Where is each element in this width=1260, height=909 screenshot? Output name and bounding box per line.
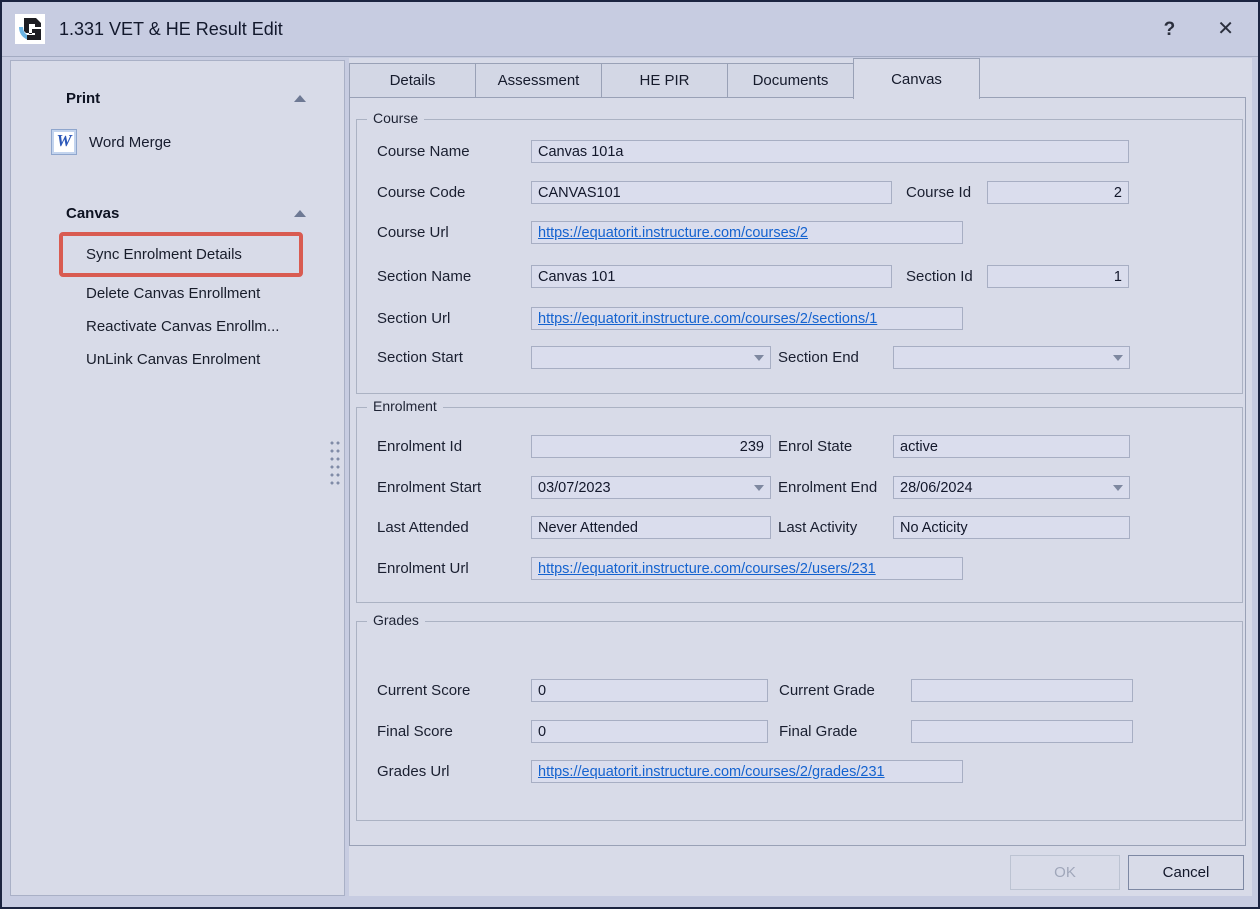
current-grade-label: Current Grade xyxy=(779,682,911,699)
word-icon: W xyxy=(51,129,77,155)
tab-details[interactable]: Details xyxy=(349,63,476,97)
section-end-label: Section End xyxy=(778,349,893,366)
last-attended-label: Last Attended xyxy=(377,519,531,536)
chevron-down-icon xyxy=(1113,355,1123,361)
section-name-label: Section Name xyxy=(377,268,531,285)
section-name-field[interactable]: Canvas 101 xyxy=(531,265,892,288)
section-url-link[interactable]: https://equatorit.instructure.com/course… xyxy=(538,311,877,327)
grades-group-legend: Grades xyxy=(367,612,425,628)
close-button[interactable]: ✕ xyxy=(1217,19,1234,39)
last-activity-field[interactable]: No Acticity xyxy=(893,516,1130,539)
section-id-field[interactable]: 1 xyxy=(987,265,1129,288)
enrolment-url-link[interactable]: https://equatorit.instructure.com/course… xyxy=(538,561,876,577)
grades-url-link[interactable]: https://equatorit.instructure.com/course… xyxy=(538,764,885,780)
enrolment-start-label: Enrolment Start xyxy=(377,479,531,496)
window-title: 1.331 VET & HE Result Edit xyxy=(59,19,283,40)
enrolment-start-dropdown[interactable]: 03/07/2023 xyxy=(531,476,771,499)
sidebar-item-delete-canvas-enrollment[interactable]: Delete Canvas Enrollment xyxy=(86,282,260,304)
enrolment-id-label: Enrolment Id xyxy=(377,438,531,455)
sidebar-item-reactivate-canvas-enrollment[interactable]: Reactivate Canvas Enrollm... xyxy=(86,315,279,337)
dialog-window: 1.331 VET & HE Result Edit ? ✕ Print W W… xyxy=(0,0,1260,909)
section-id-label: Section Id xyxy=(906,268,987,285)
collapse-arrow-icon xyxy=(294,210,306,217)
enrol-state-label: Enrol State xyxy=(778,438,893,455)
course-id-field[interactable]: 2 xyxy=(987,181,1129,204)
tab-assessment[interactable]: Assessment xyxy=(475,63,602,97)
section-url-label: Section Url xyxy=(377,310,531,327)
sidebar-item-word-merge[interactable]: W Word Merge xyxy=(51,127,171,157)
word-merge-label: Word Merge xyxy=(89,134,171,151)
tab-documents[interactable]: Documents xyxy=(727,63,854,97)
tab-he-pir[interactable]: HE PIR xyxy=(601,63,728,97)
help-button[interactable]: ? xyxy=(1164,20,1176,39)
current-grade-field[interactable] xyxy=(911,679,1133,702)
tab-canvas[interactable]: Canvas xyxy=(853,58,980,99)
enrolment-group-legend: Enrolment xyxy=(367,398,443,414)
enrolment-url-field: https://equatorit.instructure.com/course… xyxy=(531,557,963,580)
final-score-label: Final Score xyxy=(377,723,531,740)
grades-group: Grades Current Score 0 Current Grade Fin… xyxy=(356,621,1243,821)
last-activity-label: Last Activity xyxy=(778,519,893,536)
course-id-label: Course Id xyxy=(906,184,987,201)
final-score-field[interactable]: 0 xyxy=(531,720,768,743)
current-score-label: Current Score xyxy=(377,682,531,699)
section-start-label: Section Start xyxy=(377,349,531,366)
tab-strip: Details Assessment HE PIR Documents Canv… xyxy=(349,58,1252,99)
enrolment-end-label: Enrolment End xyxy=(778,479,893,496)
main-panel: Details Assessment HE PIR Documents Canv… xyxy=(349,58,1252,896)
enrolment-url-label: Enrolment Url xyxy=(377,560,531,577)
canvas-tab-page: Course Course Name Canvas 101a Course Co… xyxy=(349,97,1246,846)
enrolment-group: Enrolment Enrolment Id 239 Enrol State a… xyxy=(356,407,1243,603)
course-url-label: Course Url xyxy=(377,224,531,241)
sidebar-group-canvas[interactable]: Canvas xyxy=(66,202,306,224)
cancel-button[interactable]: Cancel xyxy=(1128,855,1244,890)
course-group: Course Course Name Canvas 101a Course Co… xyxy=(356,119,1243,394)
chevron-down-icon xyxy=(754,485,764,491)
grades-url-label: Grades Url xyxy=(377,763,531,780)
grades-url-field: https://equatorit.instructure.com/course… xyxy=(531,760,963,783)
section-url-field: https://equatorit.instructure.com/course… xyxy=(531,307,963,330)
ok-button[interactable]: OK xyxy=(1010,855,1120,890)
section-start-dropdown[interactable] xyxy=(531,346,771,369)
section-end-dropdown[interactable] xyxy=(893,346,1130,369)
sidebar: Print W Word Merge Canvas Sync Enrolment… xyxy=(10,60,345,896)
sidebar-group-print[interactable]: Print xyxy=(66,87,306,109)
splitter-grip[interactable] xyxy=(329,439,341,489)
course-group-legend: Course xyxy=(367,110,424,126)
enrolment-id-field[interactable]: 239 xyxy=(531,435,771,458)
highlight-box: Sync Enrolment Details xyxy=(59,232,303,277)
current-score-field[interactable]: 0 xyxy=(531,679,768,702)
canvas-group-title: Canvas xyxy=(66,205,119,222)
sidebar-item-sync-enrolment-details[interactable]: Sync Enrolment Details xyxy=(86,236,242,273)
course-code-label: Course Code xyxy=(377,184,531,201)
course-url-link[interactable]: https://equatorit.instructure.com/course… xyxy=(538,225,808,241)
chevron-down-icon xyxy=(754,355,764,361)
enrolment-end-dropdown[interactable]: 28/06/2024 xyxy=(893,476,1130,499)
app-icon xyxy=(15,14,45,44)
print-group-title: Print xyxy=(66,90,100,107)
course-name-field[interactable]: Canvas 101a xyxy=(531,140,1129,163)
last-attended-field[interactable]: Never Attended xyxy=(531,516,771,539)
final-grade-field[interactable] xyxy=(911,720,1133,743)
titlebar: 1.331 VET & HE Result Edit ? ✕ xyxy=(2,2,1258,57)
enrol-state-field[interactable]: active xyxy=(893,435,1130,458)
course-url-field: https://equatorit.instructure.com/course… xyxy=(531,221,963,244)
collapse-arrow-icon xyxy=(294,95,306,102)
course-code-field[interactable]: CANVAS101 xyxy=(531,181,892,204)
sidebar-item-unlink-canvas-enrolment[interactable]: UnLink Canvas Enrolment xyxy=(86,348,260,370)
final-grade-label: Final Grade xyxy=(779,723,911,740)
course-name-label: Course Name xyxy=(377,143,531,160)
chevron-down-icon xyxy=(1113,485,1123,491)
